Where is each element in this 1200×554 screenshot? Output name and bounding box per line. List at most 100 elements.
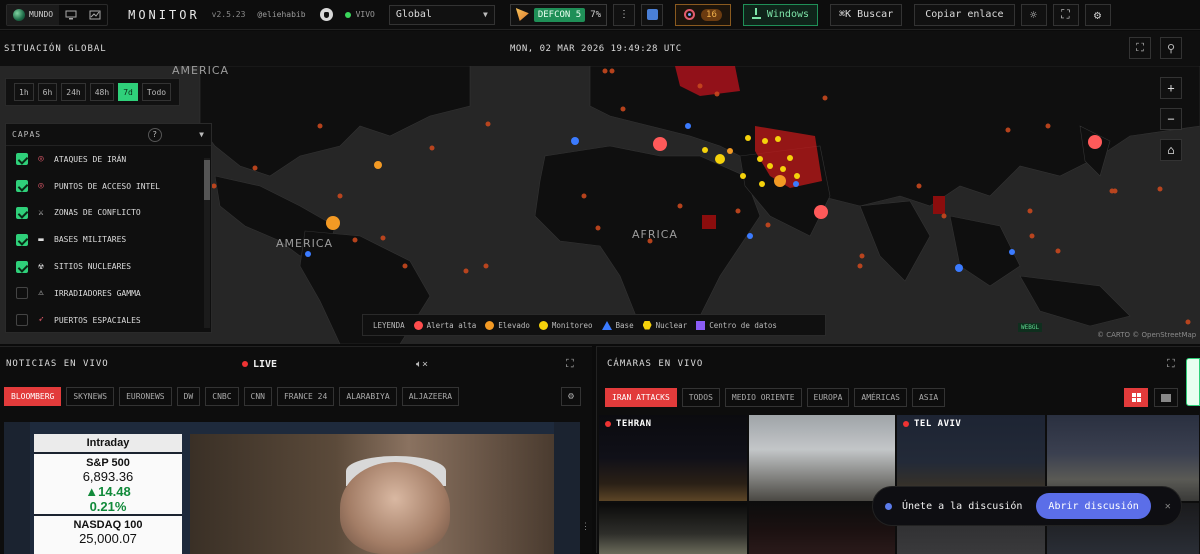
collapse-icon[interactable]: ▼ — [199, 130, 205, 139]
layer-checkbox[interactable] — [16, 314, 28, 327]
conflict-zone-marker[interactable] — [933, 196, 945, 214]
camera-feed-5[interactable] — [599, 503, 747, 554]
variant-tech[interactable] — [59, 5, 83, 25]
layer-spaceports[interactable]: ➶ PUERTOS ESPACIALES — [6, 307, 211, 334]
time-filter-7d[interactable]: 7d — [118, 83, 138, 101]
base-marker[interactable] — [955, 264, 963, 272]
fullscreen-button[interactable]: ⛶ — [1052, 3, 1079, 26]
copy-link-button[interactable]: Copiar enlace — [914, 3, 1015, 26]
channel-tab-aljazeera[interactable]: ALJAZEERA — [401, 387, 460, 406]
github-icon[interactable] — [319, 8, 333, 21]
base-marker[interactable] — [571, 137, 579, 145]
base-marker[interactable] — [793, 181, 799, 187]
elevated-marker[interactable] — [374, 161, 382, 169]
base-marker[interactable] — [747, 233, 753, 239]
time-filter-6h[interactable]: 6h — [37, 83, 58, 101]
time-filter-48h[interactable]: 48h — [89, 83, 115, 101]
expand-news-button[interactable]: ⛶ — [566, 357, 574, 371]
base-marker[interactable] — [685, 123, 691, 129]
reset-view-button[interactable]: ⌂ — [1160, 139, 1182, 161]
time-filter-all[interactable]: Todo — [141, 83, 172, 101]
variant-world[interactable]: MUNDO — [7, 4, 60, 25]
grid-view-button[interactable] — [1124, 388, 1148, 407]
scrollbar-thumb[interactable] — [204, 160, 210, 200]
elevated-marker[interactable] — [774, 175, 786, 187]
camera-tab-europe[interactable]: EUROPA — [806, 388, 850, 407]
expand-cameras-button[interactable]: ⛶ — [1167, 357, 1175, 371]
channel-tab-alarabiya[interactable]: ALARABIYA — [339, 387, 397, 406]
monitor-marker[interactable] — [759, 181, 765, 187]
news-settings-button[interactable]: ⚙ — [561, 387, 581, 406]
elevated-marker[interactable] — [326, 216, 340, 230]
layer-checkbox[interactable] — [16, 233, 28, 246]
elevated-marker[interactable] — [727, 148, 733, 154]
layer-conflict-zones[interactable]: ⚔ ZONAS DE CONFLICTO — [6, 200, 211, 227]
layer-nuclear-sites[interactable]: ☢ SITIOS NUCLEARES — [6, 253, 211, 280]
help-button[interactable]: ? — [148, 127, 163, 142]
time-filter-24h[interactable]: 24h — [61, 83, 86, 101]
monitor-marker[interactable] — [757, 156, 763, 162]
layer-checkbox[interactable] — [16, 287, 28, 300]
monitor-marker[interactable] — [780, 166, 786, 172]
monitor-marker[interactable] — [767, 163, 773, 169]
mute-button[interactable]: 🔈︎× — [416, 359, 428, 370]
search-button[interactable]: ⌘K Buscar — [830, 3, 903, 26]
defcon-indicator[interactable]: DEFCON 5 7% — [509, 3, 608, 26]
alerts-badge[interactable]: 16 — [675, 3, 731, 26]
camera-feed-tehran[interactable]: TEHRAN — [599, 415, 747, 501]
channel-tab-dw[interactable]: DW — [176, 387, 201, 406]
camera-tab-asia[interactable]: ASIA — [911, 388, 946, 407]
channel-tab-euronews[interactable]: EURONEWS — [119, 387, 172, 406]
theme-toggle-button[interactable]: ☼ — [1020, 3, 1047, 26]
channel-tab-france24[interactable]: FRANCE 24 — [276, 387, 335, 406]
author-link[interactable]: @eliehabib — [257, 10, 305, 19]
layer-checkbox[interactable] — [16, 180, 28, 193]
monitor-marker[interactable] — [787, 155, 793, 161]
monitor-marker[interactable] — [702, 147, 708, 153]
single-view-button[interactable] — [1154, 388, 1178, 407]
more-menu-button[interactable]: ⋮ — [613, 3, 636, 26]
layer-gamma-irradiators[interactable]: ⚠ IRRADIADORES GAMMA — [6, 280, 211, 307]
alert-marker[interactable] — [653, 137, 667, 151]
channel-tab-bloomberg[interactable]: BLOOMBERG — [4, 387, 62, 406]
pin-map-button[interactable]: ⚲ — [1160, 37, 1182, 59]
base-marker[interactable] — [305, 251, 311, 257]
map-attribution[interactable]: © CARTO © OpenStreetMap — [1097, 331, 1196, 339]
monitor-marker[interactable] — [775, 136, 781, 142]
alert-marker[interactable] — [814, 205, 828, 219]
settings-button[interactable]: ⚙ — [1084, 3, 1111, 26]
monitor-marker[interactable] — [762, 138, 768, 144]
monitor-marker[interactable] — [745, 135, 751, 141]
panel-more-icon[interactable]: ⋮ — [581, 522, 590, 532]
camera-tab-all[interactable]: TODOS — [681, 388, 720, 407]
close-icon[interactable]: ✕ — [1165, 501, 1171, 512]
layer-checkbox[interactable] — [16, 206, 28, 219]
channel-tab-skynews[interactable]: SKYNEWS — [66, 387, 115, 406]
channel-tab-cnn[interactable]: CNN — [243, 387, 272, 406]
layer-intel-hotspots[interactable]: ◎ PUNTOS DE ACCESO INTEL — [6, 173, 211, 200]
windows-download-button[interactable]: Windows — [742, 3, 819, 26]
variant-finance[interactable] — [83, 5, 107, 25]
open-discussion-button[interactable]: Abrir discusión — [1036, 493, 1151, 519]
rewind-button[interactable] — [641, 3, 664, 26]
world-map[interactable]: AMERICA AMERICA AFRICA 1h 6h 24h 48h 7d … — [0, 66, 1200, 344]
camera-tab-middle-east[interactable]: MEDIO ORIENTE — [724, 388, 802, 407]
camera-feed-2[interactable] — [749, 415, 895, 501]
base-marker[interactable] — [1009, 249, 1015, 255]
expand-map-button[interactable]: ⛶ — [1129, 37, 1151, 59]
layers-scrollbar[interactable] — [204, 158, 210, 328]
layer-military-bases[interactable]: ▬ BASES MILITARES — [6, 226, 211, 253]
camera-tab-iran-attacks[interactable]: IRAN ATTACKS — [605, 388, 677, 407]
monitor-marker[interactable] — [740, 173, 746, 179]
camera-tab-americas[interactable]: AMÉRICAS — [854, 388, 907, 407]
conflict-zone-marker[interactable] — [702, 215, 716, 229]
side-feedback-tab[interactable] — [1186, 358, 1200, 406]
alert-marker[interactable] — [1088, 135, 1102, 149]
monitor-marker[interactable] — [715, 154, 725, 164]
zoom-out-button[interactable]: − — [1160, 108, 1182, 130]
news-video-player[interactable]: Intraday S&P 500 6,893.36 ▲14.48 0.21% N… — [4, 422, 580, 554]
time-filter-1h[interactable]: 1h — [14, 83, 34, 101]
layer-iran-attacks[interactable]: ◎ ATAQUES DE IRÁN — [6, 146, 211, 173]
monitor-marker[interactable] — [794, 173, 800, 179]
zoom-in-button[interactable]: + — [1160, 77, 1182, 99]
